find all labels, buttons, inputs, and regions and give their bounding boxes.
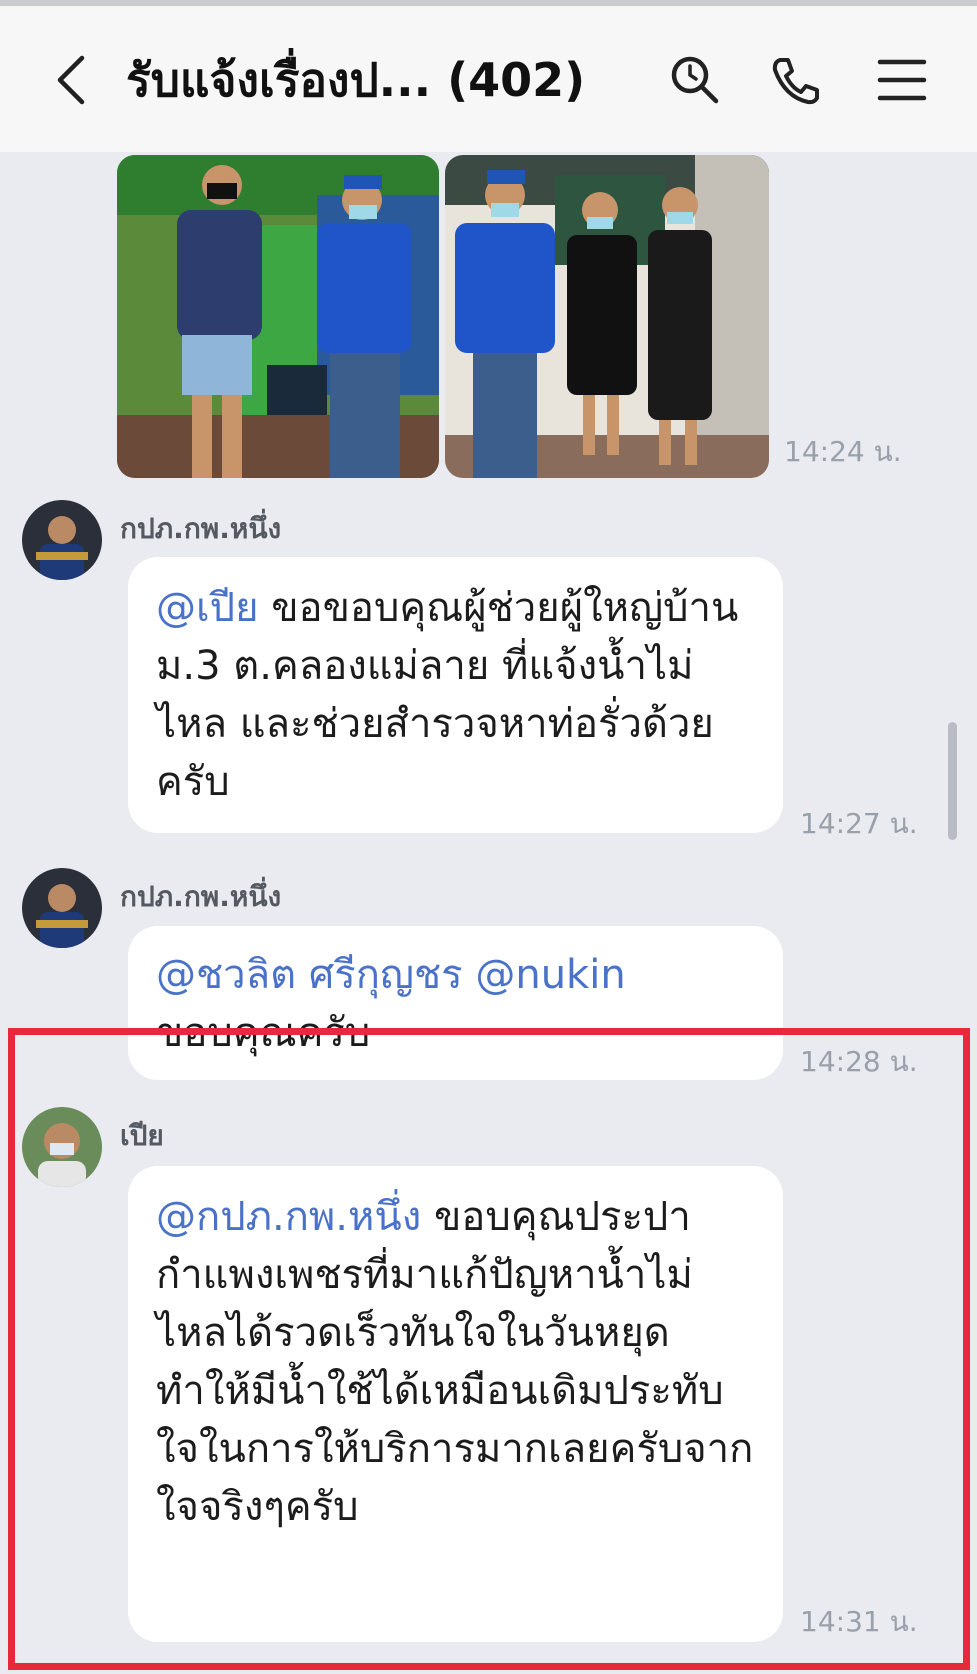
chat-title[interactable]: รับแจ้งเรื่องป... (402) — [126, 50, 626, 110]
menu-icon — [877, 59, 927, 101]
back-button[interactable] — [50, 52, 96, 108]
message-bubble[interactable]: @กปภ.กพ.หนึ่ง ขอบคุณประปากำแพงเพชรที่มาแ… — [128, 1166, 783, 1642]
call-button[interactable] — [768, 52, 824, 108]
sender-name: กปภ.กพ.หนึ่ง — [120, 512, 282, 545]
message-bubble[interactable]: @เปีย ขอขอบคุณผู้ช่วยผู้ใหญ่บ้าน ม.3 ต.ค… — [128, 557, 783, 833]
mention-link[interactable]: @เปีย — [156, 585, 259, 631]
avatar[interactable] — [22, 868, 102, 948]
back-chevron-icon — [57, 55, 85, 105]
message-text: ขอบคุณครับ — [156, 1010, 371, 1056]
message-text: ขอบคุณประปากำแพงเพชรที่มาแก้ปัญหาน้ำไม่ไ… — [156, 1194, 754, 1530]
message-time: 14:31 น. — [800, 1605, 918, 1638]
message-time: 14:28 น. — [800, 1045, 918, 1078]
avatar[interactable] — [22, 500, 102, 580]
menu-button[interactable] — [874, 52, 930, 108]
sender-name: กปภ.กพ.หนึ่ง — [120, 880, 282, 913]
avatar[interactable] — [22, 1107, 102, 1187]
message-bubble[interactable]: @ชวลิต ศรีกุญชร @nukin ขอบคุณครับ — [128, 926, 783, 1080]
phone-icon — [772, 58, 819, 105]
sender-name: เปีย — [120, 1119, 164, 1152]
message-time: 14:27 น. — [800, 807, 918, 840]
shared-photo-2[interactable] — [445, 155, 769, 478]
scrollbar[interactable] — [948, 722, 957, 840]
search-icon — [671, 56, 719, 104]
mention-link[interactable]: @ชวลิต ศรีกุญชร @nukin — [156, 946, 757, 1004]
message-time: 14:24 น. — [784, 435, 902, 468]
chat-header: รับแจ้งเรื่องป... (402) — [0, 6, 977, 152]
mention-link[interactable]: @กปภ.กพ.หนึ่ง — [156, 1194, 421, 1240]
search-button[interactable] — [666, 52, 722, 108]
shared-photo-1[interactable] — [117, 155, 439, 478]
